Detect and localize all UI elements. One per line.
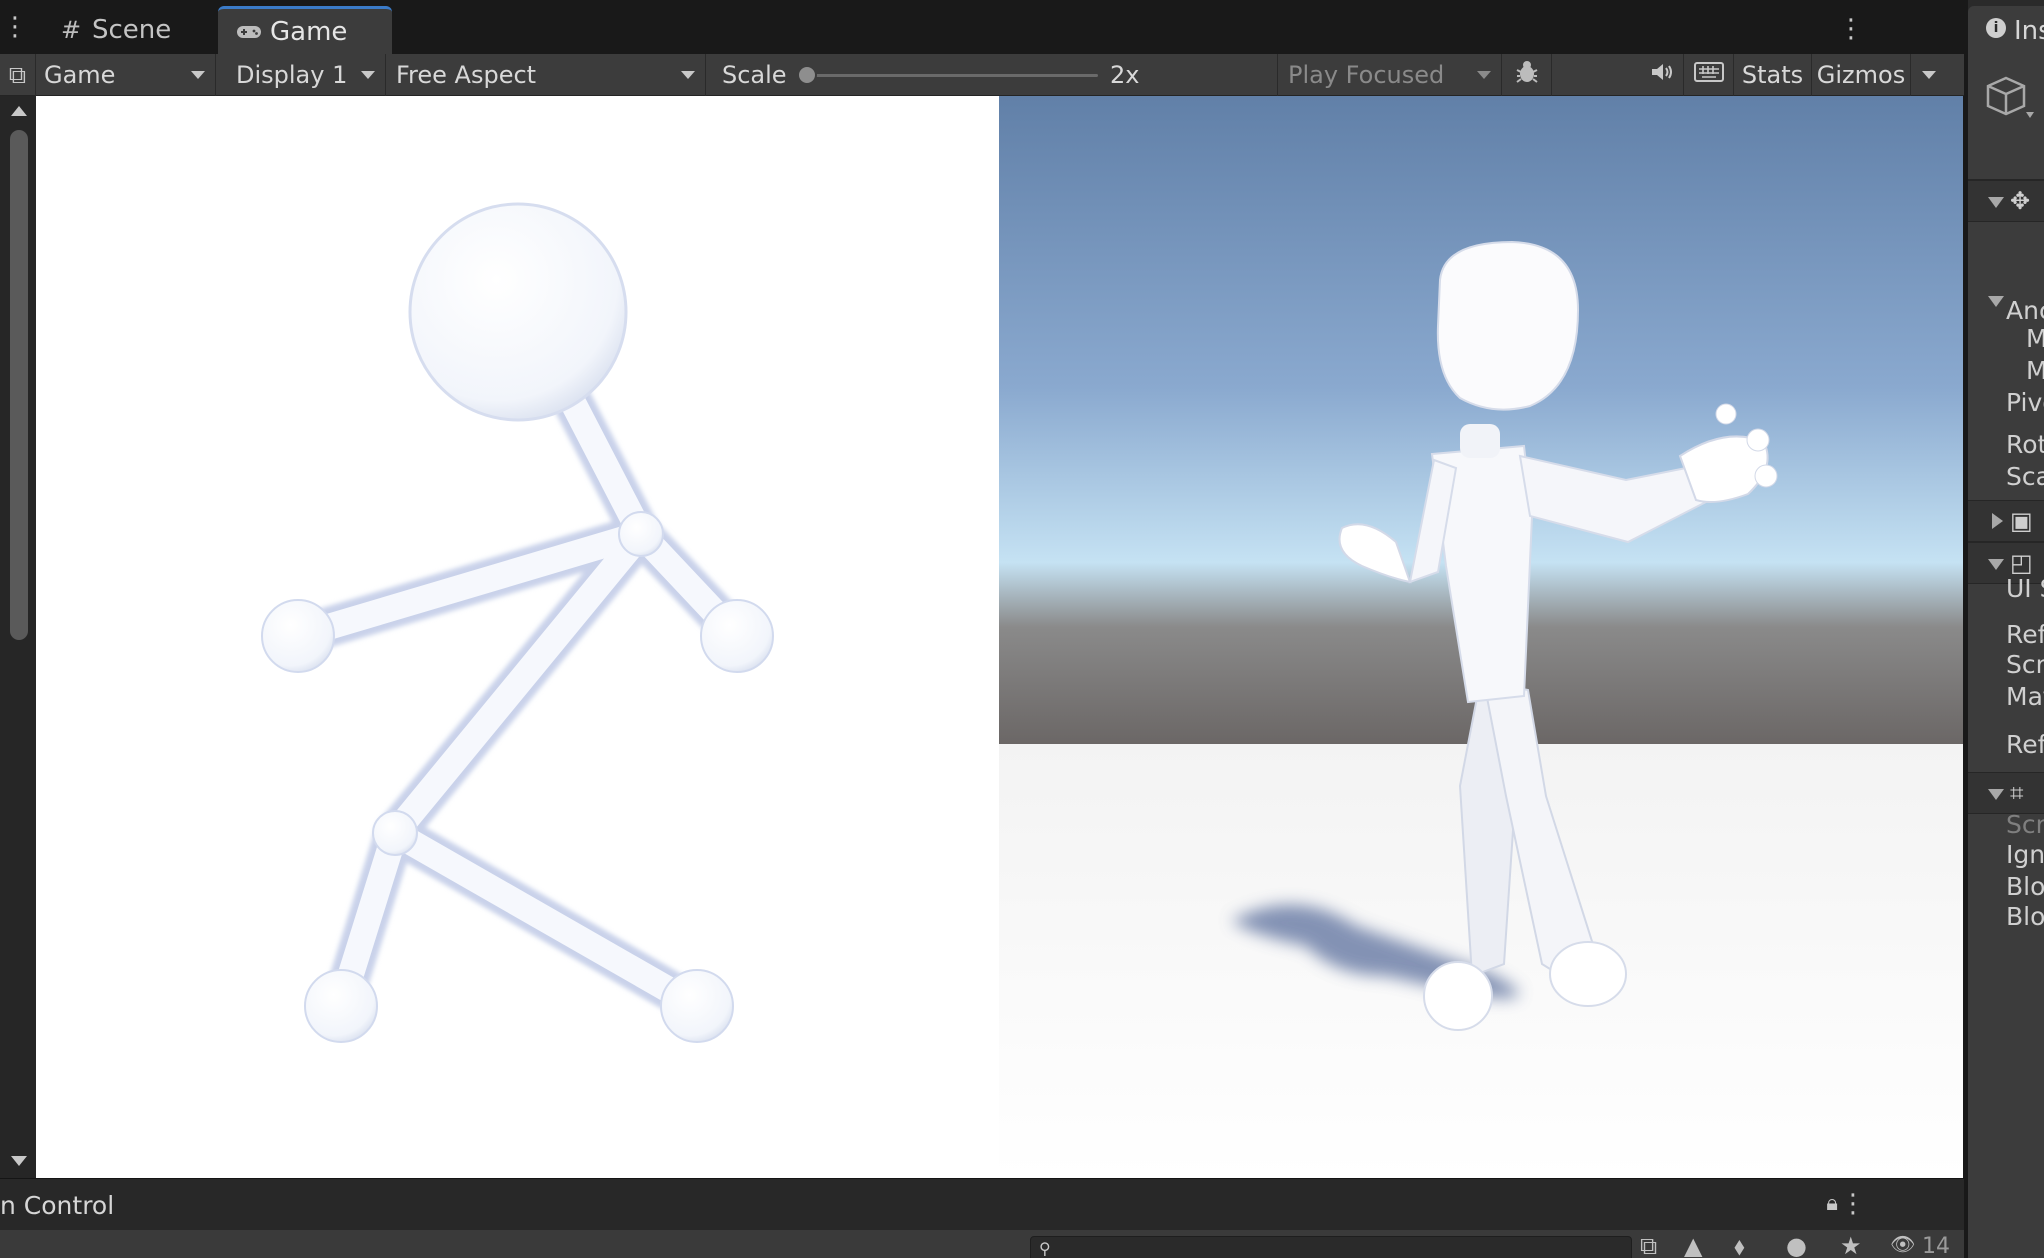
search-input[interactable]: ⚲	[1030, 1236, 1632, 1258]
viewport-vertical-scrollbar[interactable]	[0, 96, 36, 1178]
maximize-toggle[interactable]: ⧉	[0, 54, 36, 96]
gamepad-icon	[234, 18, 264, 46]
aspect-dropdown[interactable]: Free Aspect	[386, 54, 706, 96]
inspector-body: ✥ Anc M M Pivo Rot Sca ▣ ◰ UI S Refe Scr…	[1968, 54, 2044, 1258]
chevron-down-icon	[191, 71, 205, 79]
canvas-scaler-icon: ◰	[2010, 549, 2033, 577]
inspector-field-label: Rot	[2006, 430, 2044, 459]
visibility-eye-icon[interactable]: 👁︎	[1890, 1232, 1915, 1256]
bottom-panel-header: n Control 🔒︎ ⋮	[0, 1178, 1964, 1230]
tab-inspector[interactable]: i Ins	[1968, 6, 2044, 54]
play-mode-dropdown[interactable]: Play Focused	[1278, 54, 1502, 96]
component-header-rect-transform[interactable]: ✥	[1968, 180, 2044, 222]
inspector-field-label: Bloc	[2006, 902, 2044, 931]
view-type-value: Game	[44, 61, 116, 89]
tab-game[interactable]: Game	[218, 6, 392, 54]
tab-scene[interactable]: # Scene	[40, 6, 214, 54]
hidden-count: 14	[1922, 1234, 1950, 1258]
gizmos-button[interactable]: Gizmos	[1812, 54, 1910, 96]
inspector-field-label: UI S	[2006, 574, 2044, 603]
stats-label: Stats	[1741, 61, 1804, 89]
collapse-arrow-icon	[1988, 197, 2004, 208]
search-icon: ⚲	[1039, 1239, 1051, 1258]
character-3d-scene	[999, 96, 1963, 1178]
inspector-field-label: Mat	[2006, 682, 2044, 711]
chevron-down-icon	[361, 71, 375, 79]
keyboard-icon	[1684, 61, 1733, 89]
stats-button[interactable]: Stats	[1734, 54, 1812, 96]
inspector-field-label: Pivo	[2006, 388, 2044, 417]
editor-tab-bar: ⋮ # Scene Game ⋮	[0, 0, 1964, 54]
inspector-field-label: Sca	[2006, 462, 2044, 491]
inspector-field-label: Anc	[2006, 296, 2044, 325]
window-restore-icon: ⧉	[8, 61, 27, 89]
stick-figure-2d	[36, 96, 999, 1178]
collapse-arrow-icon	[1988, 559, 2004, 570]
grid-hash-icon: #	[60, 16, 82, 44]
game-viewport[interactable]	[36, 96, 1963, 1178]
panel-menu-icon[interactable]: ⋮	[1840, 1189, 1866, 1219]
info-icon: i	[1986, 18, 2006, 38]
collapse-arrow-icon	[1988, 296, 2004, 307]
inspector-field-label: Bloc	[2006, 872, 2044, 901]
scrollbar-thumb[interactable]	[10, 130, 28, 640]
view-type-dropdown[interactable]: Game	[36, 54, 216, 96]
scroll-down-arrow-icon[interactable]	[11, 1156, 27, 1166]
cube-icon[interactable]	[1982, 74, 2038, 122]
chevron-down-icon	[1922, 71, 1936, 79]
tab-game-label: Game	[270, 16, 348, 47]
rect-transform-icon: ⌗	[2010, 779, 2024, 807]
debug-toggle[interactable]	[1502, 54, 1552, 96]
chevron-down-icon	[1477, 71, 1491, 79]
inspector-field-label: M	[2026, 324, 2044, 353]
scale-slider-track[interactable]	[810, 74, 1098, 77]
inspector-field-label: Scri	[2006, 810, 2044, 839]
game-render	[36, 96, 1963, 1178]
speaker-icon	[1640, 61, 1683, 89]
expand-arrows-icon: ✥	[2010, 187, 2031, 215]
bug-icon	[1502, 58, 1551, 92]
collapse-arrow-icon	[1988, 789, 2004, 800]
canvas-component-icon: ▣	[2010, 507, 2033, 535]
filter-by-type-icon[interactable]: ▲	[1684, 1232, 1702, 1258]
scale-slider-handle[interactable]	[797, 65, 817, 85]
scale-label: Scale	[722, 61, 787, 89]
bottom-panel-title[interactable]: n Control	[0, 1191, 114, 1220]
lock-icon[interactable]: 🔒︎	[1826, 1191, 1838, 1216]
open-external-icon[interactable]: ⧉	[1640, 1232, 1657, 1258]
expand-arrow-icon	[1992, 513, 2003, 529]
scroll-up-arrow-icon[interactable]	[11, 106, 27, 116]
inspector-panel: i Ins ✥ Anc M M Pivo Rot Sca ▣ ◰ U	[1964, 0, 2044, 1258]
shortcuts-toggle[interactable]	[1684, 54, 1734, 96]
display-dropdown[interactable]: Display 1	[216, 54, 386, 96]
inspector-field-label: Ignc	[2006, 840, 2044, 869]
gizmos-label: Gizmos	[1816, 61, 1906, 89]
display-value: Display 1	[236, 61, 348, 89]
inspector-field-label: Refe	[2006, 620, 2044, 649]
bottom-panel-toolbar: ⚲ ⧉ ▲ ⬧ ● ★ 👁︎ 14	[0, 1230, 1964, 1258]
game-view-toolbar: ⧉ Game Display 1 Free Aspect Scale 2x Pl…	[0, 54, 1964, 96]
tab-scene-label: Scene	[92, 15, 172, 45]
inspector-tab-label: Ins	[2014, 16, 2044, 46]
aspect-value: Free Aspect	[396, 61, 537, 89]
tab-bar-menu-icon[interactable]: ⋮	[1838, 14, 1864, 44]
inspector-object-header	[1968, 54, 2044, 180]
label-tag-icon[interactable]: ⬧	[1734, 1232, 1745, 1258]
panel-menu-icon[interactable]: ⋮	[2, 14, 28, 40]
inspector-field-label: Refe	[2006, 730, 2044, 759]
play-mode-value: Play Focused	[1288, 61, 1445, 89]
gizmos-dropdown[interactable]	[1910, 54, 1948, 96]
scale-value: 2x	[1110, 61, 1140, 89]
component-header-graphic-raycaster[interactable]: ⌗	[1968, 772, 2044, 814]
chevron-down-icon	[681, 71, 695, 79]
inspector-field-label: Scre	[2006, 650, 2044, 679]
warning-icon[interactable]: ●	[1786, 1232, 1807, 1258]
mute-audio-toggle[interactable]	[1640, 54, 1684, 96]
component-header-collapsed[interactable]: ▣	[1968, 500, 2044, 542]
inspector-field-label: M	[2026, 356, 2044, 385]
star-favorites-icon[interactable]: ★	[1840, 1232, 1862, 1258]
